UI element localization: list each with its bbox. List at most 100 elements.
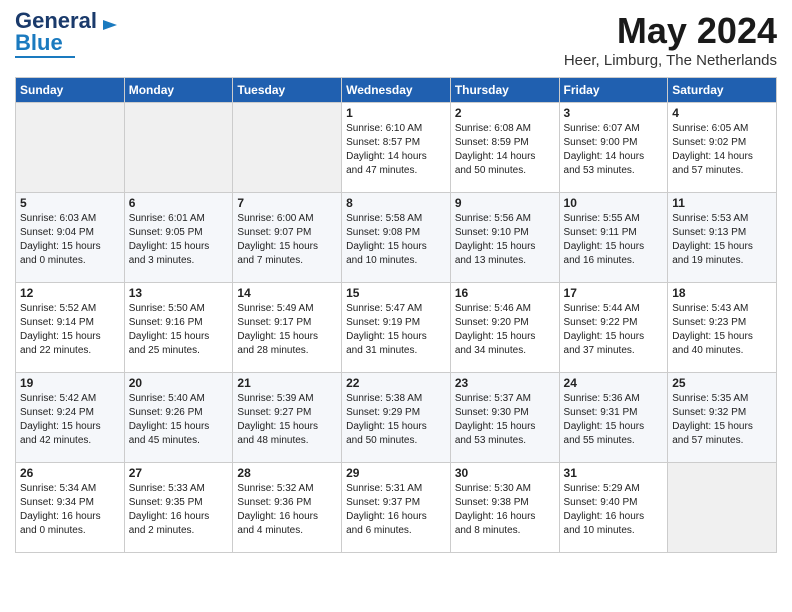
- day-info: Sunrise: 6:10 AM Sunset: 8:57 PM Dayligh…: [346, 122, 446, 178]
- day-number: 13: [129, 286, 229, 300]
- day-number: 20: [129, 376, 229, 390]
- weekday-header: Tuesday: [233, 78, 342, 103]
- day-number: 19: [20, 376, 120, 390]
- day-info: Sunrise: 5:49 AM Sunset: 9:17 PM Dayligh…: [237, 302, 337, 358]
- day-info: Sunrise: 6:05 AM Sunset: 9:02 PM Dayligh…: [672, 122, 772, 178]
- calendar-cell: 2 Sunrise: 6:08 AM Sunset: 8:59 PM Daylig…: [450, 103, 559, 193]
- day-number: 24: [564, 376, 664, 390]
- day-number: 10: [564, 196, 664, 210]
- day-number: 12: [20, 286, 120, 300]
- calendar-cell: 11Sunrise: 5:53 AM Sunset: 9:13 PM Dayli…: [668, 193, 777, 283]
- day-number: 4: [672, 106, 772, 120]
- calendar-table: SundayMondayTuesdayWednesdayThursdayFrid…: [15, 77, 777, 553]
- calendar-header-row: SundayMondayTuesdayWednesdayThursdayFrid…: [16, 78, 777, 103]
- calendar-cell: [233, 103, 342, 193]
- day-info: Sunrise: 5:55 AM Sunset: 9:11 PM Dayligh…: [564, 212, 664, 268]
- location: Heer, Limburg, The Netherlands: [564, 52, 777, 69]
- day-number: 1: [346, 106, 446, 120]
- logo-text: GeneralBlue: [15, 10, 97, 54]
- calendar-cell: 15Sunrise: 5:47 AM Sunset: 9:19 PM Dayli…: [342, 283, 451, 373]
- day-info: Sunrise: 5:50 AM Sunset: 9:16 PM Dayligh…: [129, 302, 229, 358]
- calendar-cell: 30 Sunrise: 5:30 AM Sunset: 9:38 PM Dayli…: [450, 463, 559, 553]
- day-number: 5: [20, 196, 120, 210]
- day-info: Sunrise: 5:31 AM Sunset: 9:37 PM Dayligh…: [346, 482, 446, 538]
- calendar-cell: 6 Sunrise: 6:01 AM Sunset: 9:05 PM Daylig…: [124, 193, 233, 283]
- calendar-cell: 21Sunrise: 5:39 AM Sunset: 9:27 PM Dayli…: [233, 373, 342, 463]
- day-info: Sunrise: 5:58 AM Sunset: 9:08 PM Dayligh…: [346, 212, 446, 268]
- weekday-header: Saturday: [668, 78, 777, 103]
- calendar-cell: 23 Sunrise: 5:37 AM Sunset: 9:30 PM Dayli…: [450, 373, 559, 463]
- calendar-cell: 17 Sunrise: 5:44 AM Sunset: 9:22 PM Dayli…: [559, 283, 668, 373]
- calendar-cell: 14 Sunrise: 5:49 AM Sunset: 9:17 PM Dayli…: [233, 283, 342, 373]
- calendar-cell: 24 Sunrise: 5:36 AM Sunset: 9:31 PM Dayli…: [559, 373, 668, 463]
- day-info: Sunrise: 6:01 AM Sunset: 9:05 PM Dayligh…: [129, 212, 229, 268]
- month-title: May 2024: [564, 10, 777, 52]
- day-number: 14: [237, 286, 337, 300]
- day-number: 3: [564, 106, 664, 120]
- calendar-cell: 18 Sunrise: 5:43 AM Sunset: 9:23 PM Dayli…: [668, 283, 777, 373]
- day-number: 30: [455, 466, 555, 480]
- weekday-header: Thursday: [450, 78, 559, 103]
- day-number: 31: [564, 466, 664, 480]
- day-info: Sunrise: 5:34 AM Sunset: 9:34 PM Dayligh…: [20, 482, 120, 538]
- day-info: Sunrise: 5:38 AM Sunset: 9:29 PM Dayligh…: [346, 392, 446, 448]
- calendar-cell: 19 Sunrise: 5:42 AM Sunset: 9:24 PM Dayli…: [16, 373, 125, 463]
- day-info: Sunrise: 5:46 AM Sunset: 9:20 PM Dayligh…: [455, 302, 555, 358]
- calendar-cell: 25Sunrise: 5:35 AM Sunset: 9:32 PM Dayli…: [668, 373, 777, 463]
- weekday-header: Monday: [124, 78, 233, 103]
- day-info: Sunrise: 5:37 AM Sunset: 9:30 PM Dayligh…: [455, 392, 555, 448]
- calendar-cell: 29Sunrise: 5:31 AM Sunset: 9:37 PM Dayli…: [342, 463, 451, 553]
- calendar-cell: 3 Sunrise: 6:07 AM Sunset: 9:00 PM Daylig…: [559, 103, 668, 193]
- day-info: Sunrise: 6:03 AM Sunset: 9:04 PM Dayligh…: [20, 212, 120, 268]
- day-info: Sunrise: 6:07 AM Sunset: 9:00 PM Dayligh…: [564, 122, 664, 178]
- calendar-cell: [16, 103, 125, 193]
- day-number: 2: [455, 106, 555, 120]
- calendar-cell: [124, 103, 233, 193]
- day-info: Sunrise: 5:40 AM Sunset: 9:26 PM Dayligh…: [129, 392, 229, 448]
- day-number: 17: [564, 286, 664, 300]
- calendar-cell: 31 Sunrise: 5:29 AM Sunset: 9:40 PM Dayli…: [559, 463, 668, 553]
- day-info: Sunrise: 5:42 AM Sunset: 9:24 PM Dayligh…: [20, 392, 120, 448]
- calendar-cell: 10 Sunrise: 5:55 AM Sunset: 9:11 PM Dayli…: [559, 193, 668, 283]
- day-number: 26: [20, 466, 120, 480]
- day-number: 9: [455, 196, 555, 210]
- day-number: 21: [237, 376, 337, 390]
- weekday-header: Sunday: [16, 78, 125, 103]
- day-info: Sunrise: 5:36 AM Sunset: 9:31 PM Dayligh…: [564, 392, 664, 448]
- day-number: 18: [672, 286, 772, 300]
- day-info: Sunrise: 5:29 AM Sunset: 9:40 PM Dayligh…: [564, 482, 664, 538]
- day-number: 25: [672, 376, 772, 390]
- day-info: Sunrise: 5:30 AM Sunset: 9:38 PM Dayligh…: [455, 482, 555, 538]
- day-number: 7: [237, 196, 337, 210]
- day-number: 11: [672, 196, 772, 210]
- calendar-week-row: 5 Sunrise: 6:03 AM Sunset: 9:04 PM Daylig…: [16, 193, 777, 283]
- day-info: Sunrise: 5:44 AM Sunset: 9:22 PM Dayligh…: [564, 302, 664, 358]
- day-info: Sunrise: 6:08 AM Sunset: 8:59 PM Dayligh…: [455, 122, 555, 178]
- calendar-cell: 9Sunrise: 5:56 AM Sunset: 9:10 PM Daylig…: [450, 193, 559, 283]
- calendar-cell: 16 Sunrise: 5:46 AM Sunset: 9:20 PM Dayli…: [450, 283, 559, 373]
- day-info: Sunrise: 5:43 AM Sunset: 9:23 PM Dayligh…: [672, 302, 772, 358]
- day-number: 23: [455, 376, 555, 390]
- day-number: 8: [346, 196, 446, 210]
- calendar-week-row: 12Sunrise: 5:52 AM Sunset: 9:14 PM Dayli…: [16, 283, 777, 373]
- weekday-header: Wednesday: [342, 78, 451, 103]
- calendar-cell: 1 Sunrise: 6:10 AM Sunset: 8:57 PM Daylig…: [342, 103, 451, 193]
- day-number: 27: [129, 466, 229, 480]
- calendar-cell: 12Sunrise: 5:52 AM Sunset: 9:14 PM Dayli…: [16, 283, 125, 373]
- title-block: May 2024 Heer, Limburg, The Netherlands: [564, 10, 777, 69]
- calendar-cell: 22 Sunrise: 5:38 AM Sunset: 9:29 PM Dayli…: [342, 373, 451, 463]
- day-number: 6: [129, 196, 229, 210]
- day-number: 16: [455, 286, 555, 300]
- logo-arrow-icon: [101, 16, 119, 34]
- calendar-week-row: 19 Sunrise: 5:42 AM Sunset: 9:24 PM Dayli…: [16, 373, 777, 463]
- day-info: Sunrise: 5:33 AM Sunset: 9:35 PM Dayligh…: [129, 482, 229, 538]
- day-info: Sunrise: 6:00 AM Sunset: 9:07 PM Dayligh…: [237, 212, 337, 268]
- day-number: 22: [346, 376, 446, 390]
- calendar-cell: 26 Sunrise: 5:34 AM Sunset: 9:34 PM Dayli…: [16, 463, 125, 553]
- calendar-cell: 4 Sunrise: 6:05 AM Sunset: 9:02 PM Daylig…: [668, 103, 777, 193]
- calendar-cell: 5 Sunrise: 6:03 AM Sunset: 9:04 PM Daylig…: [16, 193, 125, 283]
- calendar-cell: 13 Sunrise: 5:50 AM Sunset: 9:16 PM Dayli…: [124, 283, 233, 373]
- calendar-week-row: 26 Sunrise: 5:34 AM Sunset: 9:34 PM Dayli…: [16, 463, 777, 553]
- calendar-cell: [668, 463, 777, 553]
- calendar-cell: 8 Sunrise: 5:58 AM Sunset: 9:08 PM Daylig…: [342, 193, 451, 283]
